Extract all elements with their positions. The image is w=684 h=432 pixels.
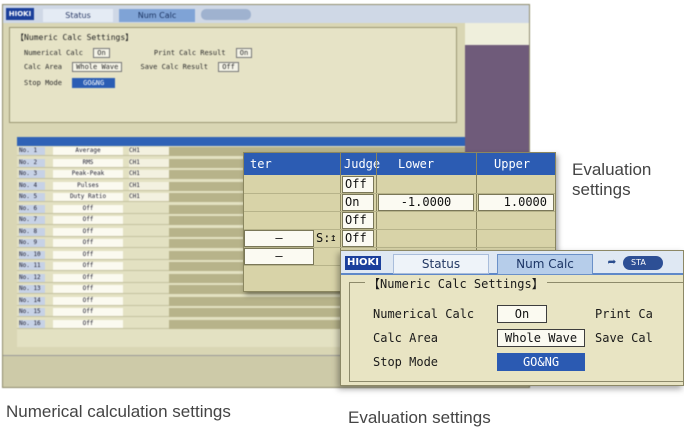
bg-row-calc-area: Calc Area Whole Wave Save Calc Result Of… bbox=[24, 62, 239, 72]
bg-row-channel[interactable]: CH1 bbox=[129, 158, 169, 167]
bg-row-type[interactable]: Off bbox=[53, 239, 123, 247]
bg-row-type[interactable]: Off bbox=[53, 227, 123, 236]
bg-row-type[interactable]: Average bbox=[53, 147, 123, 155]
stop-mode-label: Stop Mode bbox=[373, 355, 439, 369]
section-title: 【Numeric Calc Settings】 bbox=[365, 275, 547, 292]
bg-row-number: No. 2 bbox=[19, 158, 45, 167]
bg-row-type[interactable]: Off bbox=[53, 262, 123, 270]
calc-area-label: Calc Area bbox=[373, 331, 439, 345]
bg-row-number: No. 3 bbox=[19, 170, 45, 178]
bg-tab-bar: HIOKI Status Num Calc bbox=[3, 5, 529, 23]
bg-row-type[interactable]: Peak-Peak bbox=[53, 170, 123, 178]
eval-judge-cell[interactable]: Off bbox=[342, 212, 374, 229]
bg-row-channel[interactable]: CH1 bbox=[129, 181, 169, 190]
bg-row-type[interactable]: Off bbox=[53, 308, 123, 316]
eval-judge-cell[interactable]: On bbox=[342, 194, 374, 211]
bg-row-number: No. 14 bbox=[19, 296, 45, 305]
caption-evaluation-bottom: Evaluation settings bbox=[348, 408, 491, 427]
numerical-calc-label: Numerical Calc bbox=[373, 307, 475, 321]
bg-row-number: No. 7 bbox=[19, 216, 45, 224]
bg-row-type[interactable]: Pulses bbox=[53, 181, 123, 190]
caption-numerical-calc: Numerical calculation settings bbox=[6, 402, 231, 421]
bg-logo: HIOKI bbox=[6, 8, 34, 20]
eval-table-header: ter Judge Lower Upper bbox=[244, 153, 555, 175]
bg-row-type[interactable]: RMS bbox=[53, 158, 123, 167]
bg-save-calc-label: Save Calc Result bbox=[140, 63, 208, 71]
eval-col-parameter: ter bbox=[250, 157, 272, 171]
cursor-arrow-icon: ↥ bbox=[330, 231, 337, 244]
eval-col-lower: Lower bbox=[398, 157, 435, 171]
bg-numerical-calc-label: Numerical Calc bbox=[24, 49, 84, 57]
caption-evaluation-line2: settings bbox=[572, 180, 631, 199]
bg-row-stop-mode: Stop Mode GO&NG bbox=[24, 78, 116, 88]
eval-judge-cell[interactable]: Off bbox=[342, 176, 374, 193]
bg-calc-area-label: Calc Area bbox=[24, 63, 62, 71]
bg-row-number: No. 8 bbox=[19, 227, 45, 236]
save-calc-label: Save Cal bbox=[595, 331, 653, 345]
bg-tab-num-calc[interactable]: Num Calc bbox=[119, 9, 195, 22]
tab-num-calc[interactable]: Num Calc bbox=[497, 254, 593, 275]
bg-toolbar-icons[interactable] bbox=[201, 9, 251, 20]
bg-save-calc-value[interactable]: Off bbox=[218, 62, 239, 72]
bg-print-calc-value[interactable]: On bbox=[235, 48, 253, 58]
eval-row-divider bbox=[244, 211, 555, 212]
bg-row-type[interactable]: Off bbox=[53, 204, 123, 213]
bg-tab-status[interactable]: Status bbox=[43, 9, 113, 22]
hioki-logo: HIOKI bbox=[345, 256, 381, 270]
bg-row-number: No. 9 bbox=[19, 239, 45, 247]
bg-row-type[interactable]: Off bbox=[53, 273, 123, 282]
bg-print-calc-label: Print Calc Result bbox=[153, 49, 226, 57]
eval-col-upper: Upper bbox=[494, 157, 531, 171]
bg-row-type[interactable]: Duty Ratio bbox=[53, 193, 123, 201]
bg-row-number: No. 15 bbox=[19, 308, 45, 316]
stop-mode-value[interactable]: GO&NG bbox=[497, 353, 585, 371]
bg-settings-panel: 【Numeric Calc Settings】 Numerical Calc O… bbox=[9, 27, 457, 123]
bg-row-number: No. 11 bbox=[19, 262, 45, 270]
bg-row-type[interactable]: Off bbox=[53, 250, 123, 259]
eval-upper-cell[interactable]: 1.0000 bbox=[478, 194, 554, 211]
bg-row-numerical-calc: Numerical Calc On Print Calc Result On bbox=[24, 48, 253, 58]
numeric-calc-settings-zoom: HIOKI Status Num Calc ➦ STA 【Numeric Cal… bbox=[340, 250, 684, 386]
bg-table-header bbox=[17, 137, 465, 146]
bg-row-channel[interactable]: CH1 bbox=[129, 147, 169, 155]
eval-param-cell[interactable]: – bbox=[244, 230, 314, 247]
bg-row-type[interactable]: Off bbox=[53, 216, 123, 224]
calc-area-value[interactable]: Whole Wave bbox=[497, 329, 585, 347]
bg-row-number: No. 12 bbox=[19, 273, 45, 282]
numcalc-tab-bar: HIOKI Status Num Calc ➦ STA bbox=[341, 251, 683, 275]
bg-row-number: No. 6 bbox=[19, 204, 45, 213]
bg-numerical-calc-value[interactable]: On bbox=[93, 48, 110, 58]
bg-section-title: 【Numeric Calc Settings】 bbox=[16, 33, 134, 42]
bg-row-number: No. 4 bbox=[19, 181, 45, 190]
bg-row-type[interactable]: Off bbox=[53, 319, 123, 328]
tab-status[interactable]: Status bbox=[393, 254, 489, 274]
bg-right-panel-top bbox=[465, 23, 529, 45]
eval-marker: S: bbox=[316, 231, 331, 245]
start-icon[interactable]: STA bbox=[623, 256, 663, 270]
bg-row-number: No. 1 bbox=[19, 147, 45, 155]
bg-stop-mode-label: Stop Mode bbox=[24, 79, 62, 87]
bg-row-channel[interactable]: CH1 bbox=[129, 170, 169, 178]
bg-calc-area-value[interactable]: Whole Wave bbox=[72, 62, 123, 72]
eval-lower-cell[interactable]: -1.0000 bbox=[378, 194, 474, 211]
bg-row-number: No. 16 bbox=[19, 319, 45, 328]
eval-col-judge: Judge bbox=[344, 157, 381, 171]
bg-row-channel[interactable]: CH1 bbox=[129, 193, 169, 201]
bg-stop-mode-value[interactable]: GO&NG bbox=[72, 78, 116, 88]
bg-row-number: No. 13 bbox=[19, 285, 45, 293]
bg-row-type[interactable]: Off bbox=[53, 296, 123, 305]
numerical-calc-value[interactable]: On bbox=[497, 305, 547, 323]
bg-row-type[interactable]: Off bbox=[53, 285, 123, 293]
caption-evaluation-line1: Evaluation bbox=[572, 160, 652, 179]
print-calc-label: Print Ca bbox=[595, 307, 653, 321]
bg-row-number: No. 10 bbox=[19, 250, 45, 259]
return-arrow-icon[interactable]: ➦ bbox=[601, 255, 623, 271]
eval-judge-cell[interactable]: Off bbox=[342, 230, 374, 247]
bg-row-number: No. 5 bbox=[19, 193, 45, 201]
eval-param-cell[interactable]: – bbox=[244, 248, 314, 265]
